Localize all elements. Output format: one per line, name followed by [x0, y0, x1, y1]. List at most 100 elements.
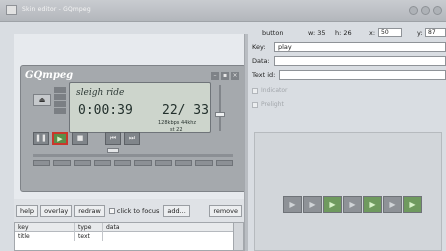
y-field[interactable]: 87	[425, 28, 446, 37]
state-tile: ▶	[323, 196, 342, 213]
column-header-key[interactable]: key	[15, 222, 75, 232]
indicator-checkbox[interactable]	[252, 87, 258, 94]
prelight-checkbox[interactable]	[252, 101, 258, 108]
stop-button[interactable]: ■	[72, 132, 88, 145]
height-label: h: 26	[335, 29, 352, 37]
table-row[interactable]: title text	[15, 232, 243, 241]
close-icon[interactable]	[433, 6, 442, 15]
lcd-display: sleigh ride 0:00:39 22/ 33 128kbps 44khz…	[69, 82, 211, 133]
x-label: x:	[369, 29, 376, 37]
skin-title: GQmpeg	[25, 70, 74, 81]
play-button[interactable]: ▶	[52, 132, 68, 145]
state-tile: ▶	[283, 196, 302, 213]
skin-canvas[interactable]: GQmpeg – ▪ × ⏏ sleigh ride 0:00:39 22/ 3…	[14, 34, 244, 199]
skin-window-buttons: – ▪ ×	[211, 72, 239, 80]
key-label: Key:	[252, 43, 266, 51]
skin-close-icon[interactable]: ×	[231, 72, 239, 80]
eject-icon[interactable]: ⏏	[33, 94, 51, 106]
cell-key: title	[15, 232, 75, 241]
help-button[interactable]: help	[16, 205, 39, 217]
button-image-preview: ▶ ▶ ▶ ▶ ▶ ▶ ▶	[254, 132, 442, 251]
volume-slider[interactable]	[215, 85, 225, 131]
seek-track[interactable]	[33, 154, 233, 157]
click-to-focus-checkbox[interactable]	[108, 208, 115, 214]
preset-button[interactable]	[175, 160, 193, 166]
window-title: Skin editor - GQmpeg	[22, 6, 91, 13]
data-row: Data:	[252, 56, 446, 66]
preset-button[interactable]	[195, 160, 213, 166]
data-label: Data:	[252, 57, 270, 65]
volume-track	[219, 85, 221, 131]
skin-shade-icon[interactable]: ▪	[221, 72, 229, 80]
window-controls	[409, 6, 442, 15]
next-button[interactable]: ⏭	[124, 132, 140, 145]
add-button[interactable]: add...	[163, 205, 190, 217]
pause-button[interactable]: ❚❚	[33, 132, 49, 145]
width-label: w: 35	[308, 29, 326, 37]
indicator-toggle[interactable]: Indicator	[252, 87, 288, 94]
preset-button[interactable]	[134, 160, 152, 166]
click-to-focus-toggle[interactable]: click to focus	[107, 207, 162, 215]
state-tile: ▶	[383, 196, 402, 213]
song-title: sleigh ride	[76, 88, 125, 98]
skin-mode-button[interactable]	[54, 101, 66, 107]
prev-button[interactable]: ⏮	[105, 132, 121, 145]
preset-button[interactable]	[53, 160, 71, 166]
skin-editor-icon	[6, 5, 17, 15]
remove-button[interactable]: remove	[209, 205, 242, 217]
state-tile: ▶	[343, 196, 362, 213]
preset-button[interactable]	[154, 160, 173, 166]
prelight-toggle[interactable]: Prelight	[252, 101, 284, 108]
preset-row	[33, 160, 233, 166]
button-state-tiles: ▶ ▶ ▶ ▶ ▶ ▶ ▶	[283, 196, 422, 213]
prelight-label: Prelight	[261, 101, 284, 108]
key-row: Key: play	[252, 42, 446, 52]
indicator-label: Indicator	[261, 87, 288, 94]
minimize-icon[interactable]	[409, 6, 418, 15]
stereo-mode: st 22	[170, 127, 183, 133]
editor-left-pane: GQmpeg – ▪ × ⏏ sleigh ride 0:00:39 22/ 3…	[14, 34, 244, 251]
preset-button[interactable]	[93, 160, 112, 166]
column-header-type[interactable]: type	[75, 222, 103, 232]
overlay-button[interactable]: overlay	[40, 205, 73, 217]
widget-geometry-row: button w: 35 h: 26 x: 50 y: 87	[254, 28, 446, 38]
volume-knob[interactable]	[215, 112, 225, 117]
skin-mode-button[interactable]	[54, 108, 66, 114]
click-to-focus-label: click to focus	[116, 207, 160, 215]
state-tile: ▶	[363, 196, 382, 213]
state-tile: ▶	[303, 196, 322, 213]
cell-type: text	[75, 232, 103, 241]
textid-row: Text id:	[252, 70, 446, 80]
key-field[interactable]: play	[274, 42, 446, 52]
editor-button-bar: help overlay redraw click to focus add..…	[14, 204, 244, 218]
skin-mode-button[interactable]	[54, 87, 66, 93]
textid-field[interactable]	[279, 70, 446, 80]
window-titlebar: Skin editor - GQmpeg	[0, 0, 446, 22]
textid-label: Text id:	[252, 71, 276, 79]
x-field[interactable]: 50	[378, 28, 402, 37]
skin-preview[interactable]: GQmpeg – ▪ × ⏏ sleigh ride 0:00:39 22/ 3…	[20, 65, 244, 192]
properties-pane: button w: 35 h: 26 x: 50 y: 87 Key: play…	[248, 22, 446, 251]
widget-table: key type data title text	[14, 222, 244, 251]
skin-mode-button[interactable]	[54, 94, 66, 100]
skin-minimize-icon[interactable]: –	[211, 72, 219, 80]
seek-knob[interactable]	[107, 148, 119, 153]
elapsed-time: 0:00:39	[78, 103, 133, 118]
data-field[interactable]	[274, 56, 446, 66]
widget-type-label: button	[262, 29, 284, 37]
table-header: key type data	[15, 222, 243, 232]
skin-mode-buttons	[54, 87, 66, 114]
preset-button[interactable]	[73, 160, 91, 166]
maximize-icon[interactable]	[421, 6, 430, 15]
y-label: y:	[417, 29, 423, 37]
track-counter: 22/ 33	[162, 103, 209, 118]
bitrate-readout: 128kbps 44khz	[158, 120, 197, 126]
preset-button[interactable]	[114, 160, 132, 166]
table-scrollbar[interactable]	[233, 223, 243, 250]
preset-button[interactable]	[215, 160, 233, 166]
preset-button[interactable]	[33, 160, 51, 166]
cell-data	[103, 232, 243, 241]
state-tile: ▶	[403, 196, 422, 213]
redraw-button[interactable]: redraw	[74, 205, 105, 217]
column-header-data[interactable]: data	[103, 222, 243, 232]
